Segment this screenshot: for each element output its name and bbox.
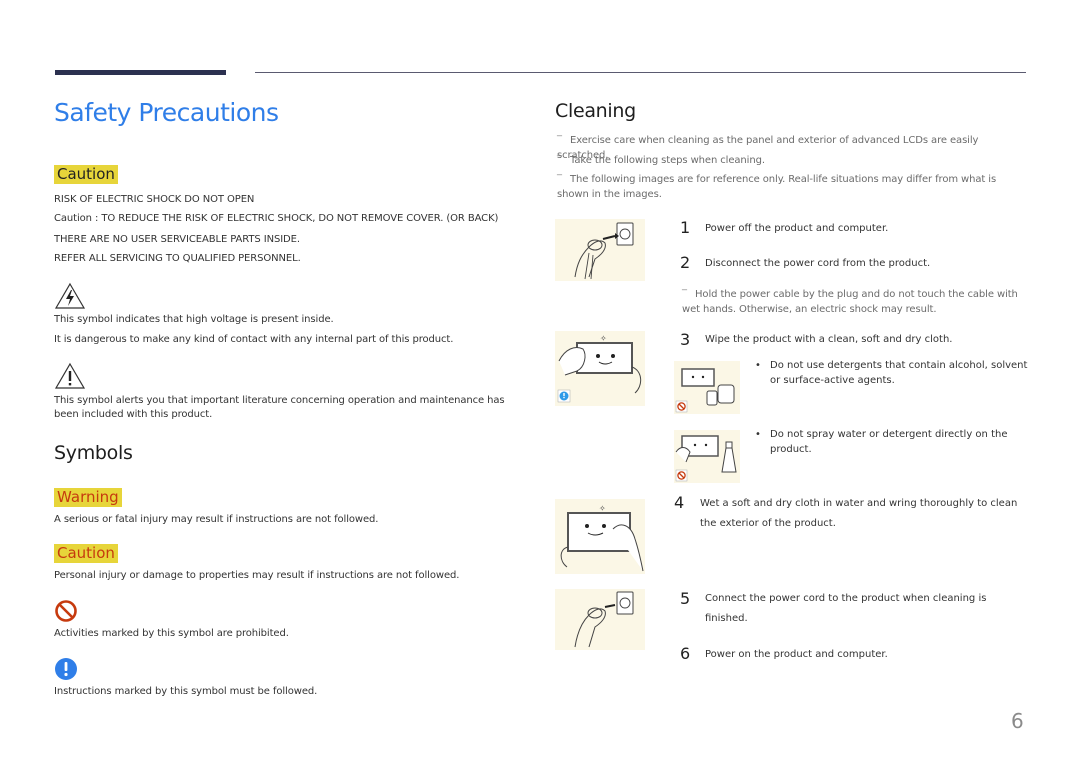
unplug-power-cord-illustration — [555, 219, 645, 281]
mandatory-description: Instructions marked by this symbol must … — [54, 686, 318, 697]
step-number: 4 — [674, 493, 685, 512]
mandatory-exclamation-icon — [54, 657, 78, 685]
cleaning-heading: Cleaning — [555, 100, 636, 122]
header-rule-thick — [55, 70, 226, 75]
step-text: Connect the power cord to the product wh… — [705, 593, 987, 624]
step-text: Disconnect the power cord from the produ… — [705, 258, 931, 269]
note-dash-icon: ‾ — [557, 174, 562, 185]
symbol-description: It is dangerous to make any kind of cont… — [54, 334, 454, 345]
step-number: 6 — [680, 644, 691, 663]
step-number: 2 — [680, 253, 691, 272]
step-number: 5 — [680, 589, 691, 608]
symbol-description: This symbol alerts you that important li… — [54, 395, 505, 420]
page-title: Safety Precautions — [54, 98, 279, 127]
caution-line: REFER ALL SERVICING TO QUALIFIED PERSONN… — [54, 253, 301, 264]
no-detergent-illustration — [674, 361, 740, 414]
bullet-icon: • — [755, 360, 761, 371]
bullet-icon: • — [755, 429, 761, 440]
caution-description: Personal injury or damage to properties … — [54, 570, 460, 581]
note-dash-icon: ‾ — [557, 135, 562, 146]
step-text: Wet a soft and dry cloth in water and wr… — [700, 498, 1018, 529]
high-voltage-triangle-icon — [54, 282, 86, 314]
prohibited-icon — [54, 599, 78, 627]
caution-line: Caution : TO REDUCE THE RISK OF ELECTRIC… — [54, 213, 499, 224]
warning-badge: Warning — [54, 487, 122, 507]
step-text: Power off the product and computer. — [705, 223, 889, 234]
step-number: 3 — [680, 330, 691, 349]
step-number: 1 — [680, 218, 691, 237]
note-dash-icon: ‾ — [557, 155, 562, 166]
step3-bullet: • Do not spray water or detergent direct… — [755, 429, 1008, 455]
exclamation-triangle-icon — [54, 362, 86, 394]
prohibited-description: Activities marked by this symbol are pro… — [54, 628, 289, 639]
note-dash-icon: ‾ — [682, 289, 687, 300]
warning-description: A serious or fatal injury may result if … — [54, 514, 379, 525]
wipe-with-damp-cloth-illustration: ✧ — [555, 499, 645, 574]
cleaning-note: ‾ The following images are for reference … — [557, 174, 997, 200]
header-rule-thin — [255, 72, 1026, 73]
wipe-screen-dry-cloth-illustration: ✧ — [555, 331, 645, 406]
plug-in-power-cord-illustration — [555, 589, 645, 650]
symbol-description: This symbol indicates that high voltage … — [54, 314, 334, 325]
no-spray-illustration — [674, 430, 740, 483]
caution-badge: Caution — [54, 543, 118, 563]
caution-badge: Caution — [54, 164, 118, 184]
caution-line: RISK OF ELECTRIC SHOCK DO NOT OPEN — [54, 194, 255, 205]
symbols-heading: Symbols — [54, 442, 133, 464]
svg-text:✧: ✧ — [599, 504, 606, 513]
step3-bullet: • Do not use detergents that contain alc… — [755, 360, 1028, 386]
step2-note: ‾ Hold the power cable by the plug and do… — [682, 289, 1018, 315]
page-number: 6 — [1011, 709, 1024, 733]
step-text: Power on the product and computer. — [705, 649, 888, 660]
cleaning-note: ‾ Take the following steps when cleaning. — [557, 154, 1032, 169]
step-text: Wipe the product with a clean, soft and … — [705, 334, 953, 345]
svg-text:✧: ✧ — [600, 334, 607, 343]
caution-line: THERE ARE NO USER SERVICEABLE PARTS INSI… — [54, 234, 300, 245]
